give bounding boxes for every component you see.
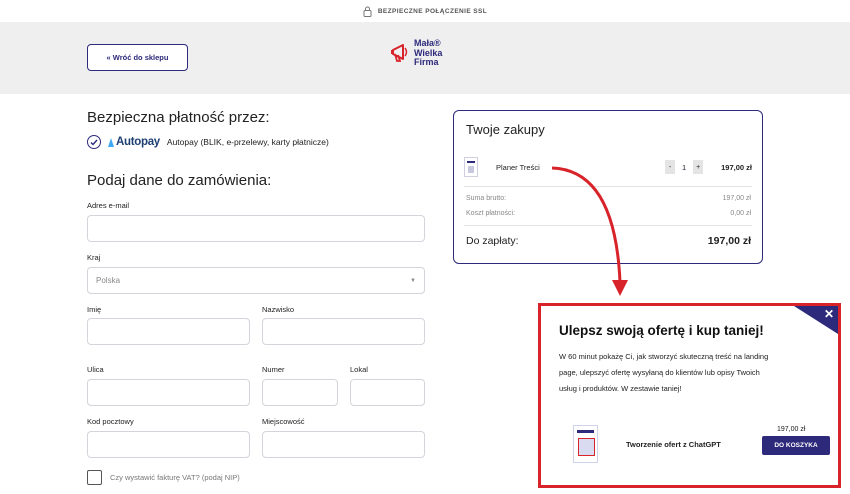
total-label: Do zapłaty: bbox=[466, 235, 519, 247]
street-field[interactable] bbox=[87, 379, 250, 406]
divider bbox=[464, 186, 752, 187]
form-title: Podaj dane do zamówienia: bbox=[87, 172, 272, 189]
gross-label: Suma brutto: bbox=[466, 195, 507, 202]
gross-value: 197,00 zł bbox=[722, 195, 751, 202]
logo-text: Mała® Wielka Firma bbox=[414, 38, 442, 68]
total-row: Do zapłaty: 197,00 zł bbox=[466, 235, 751, 247]
chevron-down-icon: ▼ bbox=[410, 277, 416, 284]
quantity-plus-button[interactable]: + bbox=[693, 160, 704, 174]
payment-title: Bezpieczna płatność przez: bbox=[87, 109, 270, 126]
vat-checkbox[interactable] bbox=[87, 470, 102, 485]
ssl-bar: BEZPIECZNE POŁĄCZENIE SSL bbox=[0, 0, 850, 22]
upsell-title: Ulepsz swoją ofertę i kup taniej! bbox=[559, 323, 764, 338]
last-name-field[interactable] bbox=[262, 318, 425, 345]
divider bbox=[464, 225, 752, 226]
logo[interactable]: Mała® Wielka Firma bbox=[389, 38, 442, 68]
lock-icon bbox=[363, 6, 372, 17]
apartment-field[interactable] bbox=[350, 379, 425, 406]
check-icon bbox=[90, 139, 98, 146]
number-field[interactable] bbox=[262, 379, 338, 406]
logo-line-3: Firma bbox=[414, 57, 439, 67]
postal-code-label: Kod pocztowy bbox=[87, 417, 134, 426]
product-price: 197,00 zł bbox=[721, 162, 752, 172]
quantity-minus-button[interactable]: - bbox=[665, 160, 676, 174]
product-name: Planer Treści bbox=[496, 162, 540, 172]
payment-option[interactable]: Autopay Autopay (BLIK, e-przelewy, karty… bbox=[87, 135, 329, 149]
city-label: Miejscowość bbox=[262, 417, 305, 426]
total-value: 197,00 zł bbox=[707, 235, 751, 247]
quantity-value[interactable]: 1 bbox=[678, 163, 690, 172]
close-icon[interactable]: ✕ bbox=[824, 307, 834, 321]
back-to-shop-button[interactable]: « Wróć do sklepu bbox=[87, 44, 188, 71]
number-label: Numer bbox=[262, 365, 285, 374]
first-name-field[interactable] bbox=[87, 318, 250, 345]
header: « Wróć do sklepu Mała® Wielka Firma bbox=[0, 22, 850, 94]
cart-title: Twoje zakupy bbox=[466, 122, 545, 137]
fee-label: Koszt płatności: bbox=[466, 210, 516, 217]
postal-code-field[interactable] bbox=[87, 431, 250, 458]
fee-row: Koszt płatności: 0,00 zł bbox=[466, 210, 751, 217]
autopay-mark-icon bbox=[108, 137, 114, 147]
ssl-text: BEZPIECZNE POŁĄCZENIE SSL bbox=[377, 7, 488, 15]
payment-description: Autopay (BLIK, e-przelewy, karty płatnic… bbox=[166, 137, 329, 147]
megaphone-icon bbox=[391, 44, 408, 63]
email-field[interactable] bbox=[87, 215, 425, 242]
country-label: Kraj bbox=[87, 253, 101, 262]
product-thumbnail bbox=[464, 157, 478, 177]
gross-row: Suma brutto: 197,00 zł bbox=[466, 195, 751, 202]
payment-selected-radio[interactable] bbox=[87, 135, 101, 149]
vat-label: Czy wystawić fakturę VAT? (podaj NIP) bbox=[110, 473, 240, 482]
fee-value: 0,00 zł bbox=[730, 210, 751, 217]
apartment-label: Lokal bbox=[350, 365, 368, 374]
city-field[interactable] bbox=[262, 431, 425, 458]
quantity-stepper: - 1 + bbox=[665, 160, 704, 174]
country-select[interactable]: Polska ▼ bbox=[87, 267, 425, 294]
email-label: Adres e-mail bbox=[87, 201, 130, 210]
last-name-label: Nazwisko bbox=[262, 305, 295, 314]
autopay-logo: Autopay bbox=[108, 136, 160, 148]
cart-summary: Twoje zakupy Planer Treści - 1 + 197,00 … bbox=[453, 110, 763, 264]
street-label: Ulica bbox=[87, 365, 104, 374]
cart-item: Planer Treści - 1 + 197,00 zł bbox=[464, 155, 752, 179]
autopay-logo-text: Autopay bbox=[116, 136, 160, 148]
upsell-text: W 60 minut pokażę Ci, jak stworzyć skute… bbox=[559, 352, 769, 393]
first-name-label: Imię bbox=[87, 305, 102, 314]
upsell-price: 197,00 zł bbox=[777, 426, 806, 433]
country-value: Polska bbox=[96, 276, 121, 285]
product-cover bbox=[573, 425, 598, 463]
add-to-cart-button[interactable]: DO KOSZYKA bbox=[762, 436, 830, 455]
upsell-popup: ✕ Ulepsz swoją ofertę i kup taniej! W 60… bbox=[538, 303, 841, 488]
